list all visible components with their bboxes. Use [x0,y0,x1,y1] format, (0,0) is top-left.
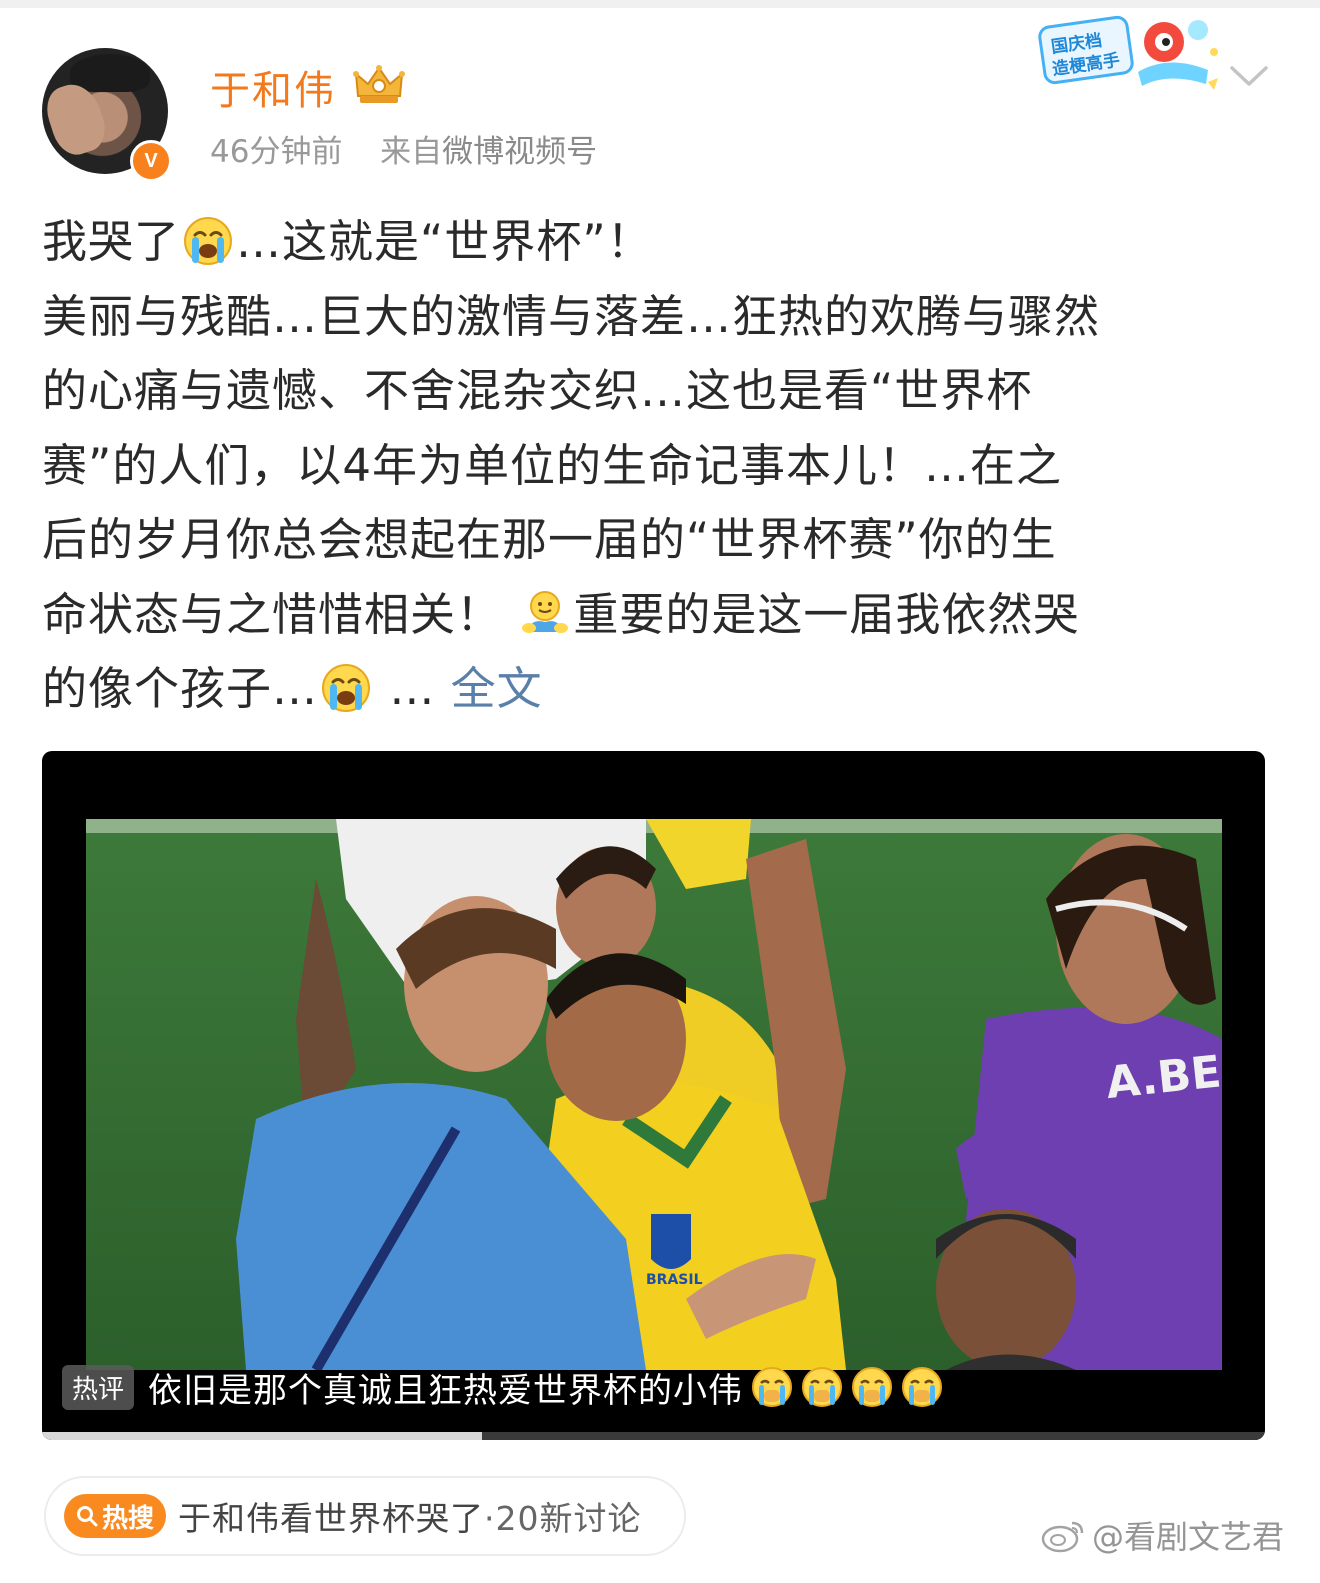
post-line-5: 后的岁月你总会想起在那一届的“世界杯赛”你的生 [42,513,1057,566]
jersey-crest-text: BRASIL [646,1272,703,1288]
username[interactable]: 于和伟 [210,58,336,116]
post-line-1b: …这就是“世界杯”！ [236,215,653,268]
video-progress-fill [42,1432,483,1440]
crying-face-icon [902,1367,943,1407]
top-divider [0,0,1320,8]
hot-comment[interactable]: 热评 依旧是那个真诚且狂热爱世界杯的小伟 [62,1361,943,1413]
watermark-text: @看剧文艺君 [1092,1518,1285,1556]
promo-badge[interactable]: 国庆档 造梗高手 [1038,12,1222,98]
post-line-4: 赛”的人们，以4年为单位的生命记事本儿！…在之 [42,438,1062,492]
hot-search-link[interactable]: 热搜 于和伟看世界杯哭了·20新讨论 [44,1476,686,1556]
crying-face-icon [184,217,233,265]
video-still: BRASIL A.BECK [86,819,1222,1370]
post-line-7b: … [374,662,451,715]
post-line-3: 的心痛与遗憾、不舍混杂交织…这也是看“世界杯 [42,364,1033,417]
source-link[interactable]: 微博视频号 [442,134,597,170]
full-text-link[interactable]: 全文 [451,662,543,715]
video-player[interactable]: BRASIL A.BECK 热评 依旧是那个真诚且狂热爱世界杯的小伟 [42,751,1265,1440]
video-frame[interactable]: BRASIL A.BECK [86,819,1222,1370]
chevron-down-icon[interactable] [1228,62,1270,92]
hot-search-badge: 热搜 [64,1494,167,1538]
hug-icon [522,590,569,633]
weibo-logo-icon [1041,1521,1084,1553]
search-icon [77,1506,98,1527]
watermark: @看剧文艺君 [1040,1512,1284,1558]
video-progress-bar[interactable] [42,1432,1265,1440]
post-line-1a: 我哭了 [42,215,181,268]
post-line-7a: 的像个孩子… [42,662,319,715]
verified-badge-icon: V [130,140,172,182]
post-meta: 46分钟前 来自微博视频号 [210,126,597,171]
hot-search-count: ·20新讨论 [484,1499,642,1538]
post-line-2: 美丽与残酷…巨大的激情与落差…狂热的欢腾与骤然 [42,289,1101,343]
hot-comment-text: 依旧是那个真诚且狂热爱世界杯的小伟 [148,1370,744,1411]
post-body: 我哭了 …这就是“世界杯”！ 美丽与残酷…巨大的激情与落差…狂热的欢腾与骤然 的… [42,205,1264,727]
crying-face-icon [852,1367,893,1407]
post-line-6b: 重要的是这一届我依然哭 [573,587,1080,641]
crying-face-icon [802,1367,843,1407]
hot-search-badge-label: 热搜 [102,1503,155,1534]
post-time: 46分钟前 [210,134,343,170]
source-prefix: 来自 [380,134,443,170]
crying-face-icon [752,1367,793,1407]
hot-search-topic: 于和伟看世界杯哭了 [178,1499,485,1538]
hot-comment-tag: 热评 [62,1364,135,1410]
crying-face-icon [322,664,371,712]
crown-icon [353,65,405,103]
post-line-6a: 命状态与之惜惜相关！ [42,587,503,641]
